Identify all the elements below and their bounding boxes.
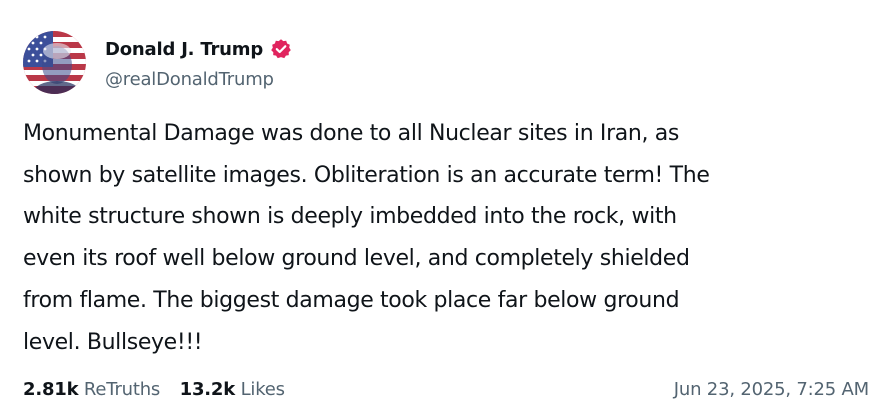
likes-stat[interactable]: 13.2k Likes [180,379,285,400]
author-name-row: Donald J. Trump [105,36,292,62]
verified-badge-icon [270,38,292,60]
likes-label: Likes [240,379,285,400]
post-footer: 2.81k ReTruths 13.2k Likes Jun 23, 2025,… [23,376,869,404]
post-body-line: from flame. The biggest damage took plac… [23,287,680,313]
flag-portrait-avatar-icon [23,31,86,94]
post-body-line: Monumental Damage was done to all Nuclea… [23,121,680,146]
post-body-line: even its roof well below ground level, a… [23,246,690,272]
author-display-name[interactable]: Donald J. Trump [105,39,263,60]
post-body-line: shown by satellite images. Obliteration … [23,162,710,188]
post-card: Donald J. Trump @realDonaldTrump Monumen… [0,0,891,414]
post-timestamp[interactable]: Jun 23, 2025, 7:25 AM [674,376,869,404]
avatar[interactable] [23,31,86,94]
retruths-count: 2.81k [23,379,79,400]
post-body-line: white structure shown is deeply imbedded… [23,204,677,230]
likes-count: 13.2k [179,379,236,400]
author-handle[interactable]: @realDonaldTrump [105,69,274,90]
retruths-label: ReTruths [83,379,161,400]
post-body: Monumental Damage was done to all Nuclea… [23,113,853,363]
post-stats: 2.81k ReTruths 13.2k Likes [23,376,299,404]
retruths-stat[interactable]: 2.81k ReTruths [23,379,160,400]
post-body-line: level. Bullseye!!! [23,329,203,355]
